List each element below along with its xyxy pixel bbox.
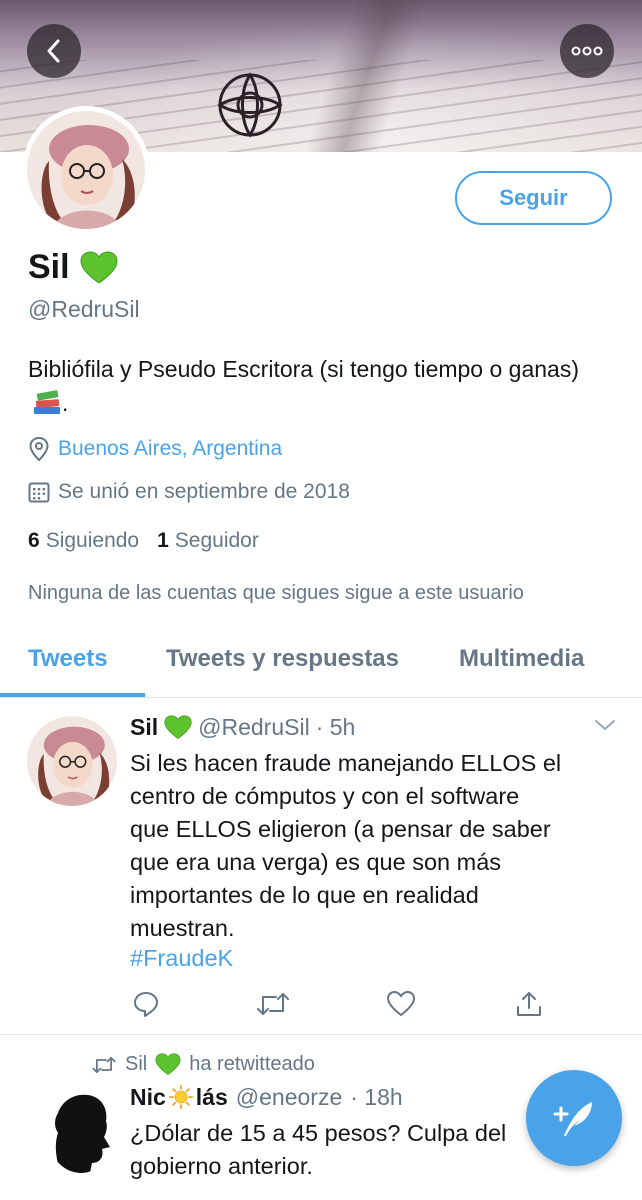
active-tab-indicator	[0, 693, 145, 697]
profile-handle: @RedruSil	[28, 296, 140, 322]
profile-bio: Bibliófila y Pseudo Escritora (si tengo …	[28, 352, 618, 420]
tweet-author-name[interactable]: Sil	[130, 714, 158, 741]
tweet-author-handle[interactable]: @RedruSil	[198, 714, 310, 741]
profile-counts: 6 Siguiendo 1 Seguidor	[28, 529, 259, 553]
tweet-actions	[130, 990, 570, 1020]
books-icon	[34, 390, 60, 414]
follow-button[interactable]: Seguir	[455, 171, 612, 225]
tweet-author-name[interactable]: Nic lás	[130, 1084, 228, 1111]
tab-tweets-and-replies[interactable]: Tweets y respuestas	[166, 645, 399, 673]
location-text[interactable]: Buenos Aires, Argentina	[58, 437, 282, 461]
retweeter-name[interactable]: Sil	[125, 1053, 147, 1076]
tweet-line: Si les hacen fraude manejando ELLOS el	[130, 750, 562, 776]
compose-tweet-icon	[553, 1102, 592, 1136]
tweet[interactable]: Sil @RedruSil · 5h Si les hacen fraude m…	[0, 698, 642, 1035]
share-icon[interactable]	[515, 990, 543, 1018]
back-button[interactable]	[27, 24, 81, 78]
retweet-indicator: Sil ha retwitteado	[91, 1053, 315, 1076]
profile-tabs: Tweets Tweets y respuestas Multimedia	[0, 625, 642, 698]
tweet-header: Nic lás @eneorze · 18h	[130, 1084, 403, 1111]
tweet-line: ¿Dólar de 15 a 45 pesos? Culpa del	[130, 1120, 507, 1146]
retweet-icon	[92, 1056, 116, 1073]
banner-key-ornament	[217, 72, 283, 138]
tweet-text: ¿Dólar de 15 a 45 pesos? Culpa del gobie…	[130, 1117, 550, 1183]
bio-text: Bibliófila y Pseudo Escritora (si tengo …	[28, 356, 580, 382]
chevron-down-icon[interactable]	[594, 718, 616, 732]
author-name-start: Nic	[130, 1084, 166, 1110]
tweet-avatar[interactable]	[46, 1087, 116, 1173]
tweet-timestamp: · 18h	[350, 1084, 403, 1110]
following-link[interactable]: 6 Siguiendo	[28, 529, 139, 553]
profile-location[interactable]: Buenos Aires, Argentina	[28, 436, 282, 462]
avatar-illustration	[27, 111, 145, 229]
profile-name: Sil	[28, 248, 70, 286]
green-heart-icon	[155, 1053, 181, 1076]
profile-name-row: Sil	[28, 248, 118, 287]
avatar-illustration	[27, 716, 117, 806]
author-name-end: lás	[195, 1084, 228, 1110]
joined-text: Se unió en septiembre de 2018	[58, 480, 350, 503]
tweet-line: gobierno anterior.	[130, 1153, 313, 1179]
chevron-left-icon	[47, 39, 60, 63]
retweet-icon[interactable]	[256, 990, 290, 1018]
tweet-line: centro de cómputos y con el software	[130, 783, 520, 809]
like-icon[interactable]	[386, 990, 416, 1018]
compose-tweet-button[interactable]	[526, 1070, 622, 1166]
location-pin-icon	[29, 436, 49, 462]
followers-link[interactable]: 1 Seguidor	[157, 529, 259, 553]
tweet-line: muestran.	[130, 915, 235, 941]
profile-avatar[interactable]	[22, 106, 150, 234]
tab-media[interactable]: Multimedia	[459, 645, 584, 673]
green-heart-icon	[80, 250, 118, 284]
calendar-icon	[28, 482, 50, 503]
followers-count: 1	[157, 529, 169, 552]
more-icon	[571, 46, 603, 56]
following-count: 6	[28, 529, 40, 552]
following-label: Siguiendo	[45, 529, 140, 552]
tweet-header: Sil @RedruSil · 5h	[130, 714, 355, 741]
bio-end: .	[62, 390, 69, 416]
followers-label: Seguidor	[174, 529, 259, 552]
reply-icon[interactable]	[132, 990, 160, 1018]
sun-icon	[168, 1084, 193, 1110]
tweet-author-handle[interactable]: @eneorze	[236, 1084, 342, 1111]
tweet-avatar[interactable]	[27, 716, 117, 806]
tab-tweets[interactable]: Tweets	[28, 645, 108, 673]
profile-joined: Se unió en septiembre de 2018	[28, 480, 350, 504]
tweet-line: que ELLOS eligieron (a pensar de saber	[130, 816, 551, 842]
tweet-line: que era una verga) es que son más	[130, 849, 502, 875]
avatar-silhouette	[46, 1087, 116, 1173]
tweet-timestamp: · 5h	[315, 714, 356, 740]
more-options-button[interactable]	[560, 24, 614, 78]
retweet-label: ha retwitteado	[189, 1053, 315, 1075]
tweet-hashtag[interactable]: #FraudeK	[130, 945, 233, 972]
green-heart-icon	[164, 715, 192, 739]
mutual-followers-notice: Ninguna de las cuentas que sigues sigue …	[28, 582, 524, 604]
tweet-line: importantes de lo que en realidad	[130, 882, 479, 908]
tweet-text: Si les hacen fraude manejando ELLOS el c…	[130, 747, 630, 945]
